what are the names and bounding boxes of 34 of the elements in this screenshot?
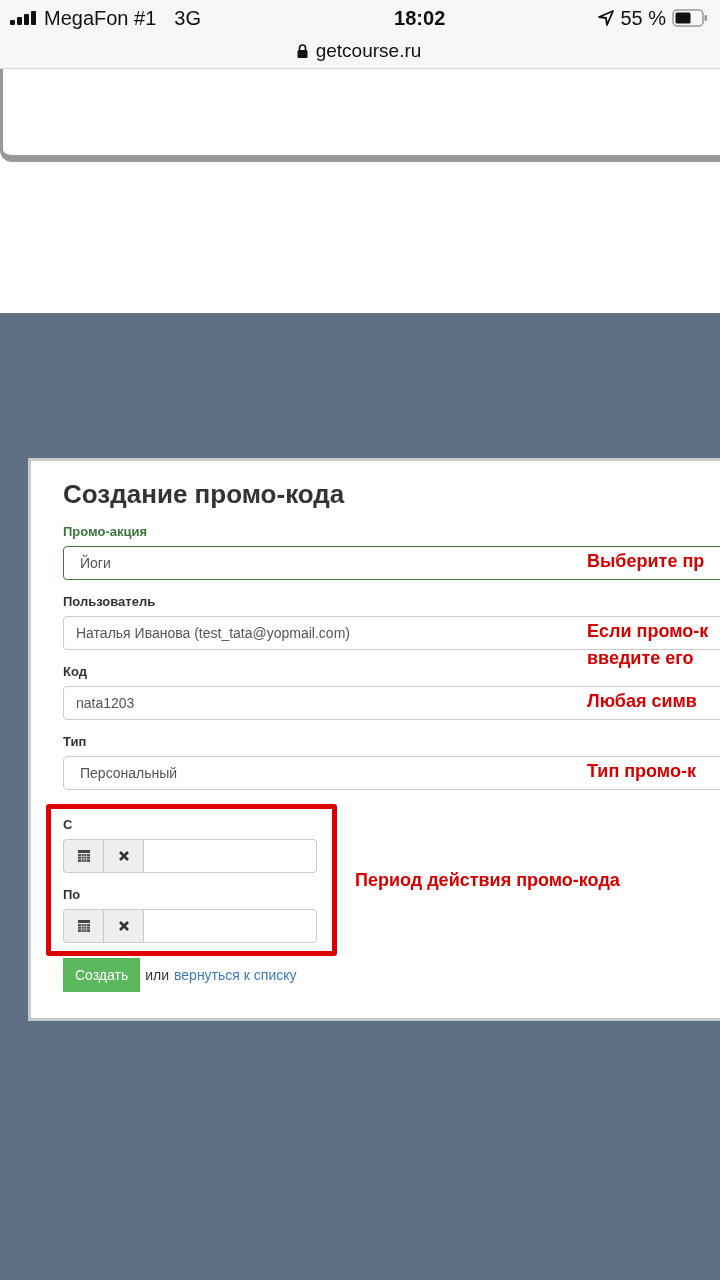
lock-icon <box>296 44 308 58</box>
calendar-button[interactable] <box>63 839 103 873</box>
annotation-text: Если промо-к <box>587 620 709 643</box>
battery-percent: 55 % <box>620 6 666 30</box>
annotation-text: введите его <box>587 647 694 670</box>
clear-button[interactable] <box>103 909 143 943</box>
annotation-text: Тип промо-к <box>587 760 696 783</box>
close-icon <box>117 850 130 862</box>
or-text: или <box>145 967 170 983</box>
signal-icon <box>10 11 38 25</box>
clock-time: 18:02 <box>394 6 446 30</box>
field-label: По <box>63 887 82 902</box>
field-label: С <box>63 817 74 832</box>
carrier-name: MegaFon #1 <box>44 6 157 30</box>
calendar-button[interactable] <box>63 909 103 943</box>
annotation-text: Любая симв <box>587 690 697 713</box>
date-field[interactable] <box>143 909 317 943</box>
form-title: Создание промо-кода <box>63 479 346 510</box>
annotation-text: Период действия промо-кода <box>355 869 620 891</box>
field-label: Код <box>63 664 88 679</box>
annotation-text: Выберите пр <box>587 550 705 573</box>
field-label: Тип <box>63 734 88 749</box>
close-icon <box>117 920 130 932</box>
back-to-list-link[interactable]: вернуться к списку <box>174 967 297 983</box>
battery-icon <box>672 9 708 27</box>
location-arrow-icon <box>598 10 615 26</box>
network-type: 3G <box>174 6 201 30</box>
clear-button[interactable] <box>103 839 143 873</box>
field-label: Пользователь <box>63 594 157 609</box>
date-field[interactable] <box>143 839 317 873</box>
calendar-icon <box>76 849 91 863</box>
field-label: Промо-акция <box>63 524 149 539</box>
calendar-icon <box>76 919 91 933</box>
url-text[interactable]: getcourse.ru <box>315 40 422 62</box>
